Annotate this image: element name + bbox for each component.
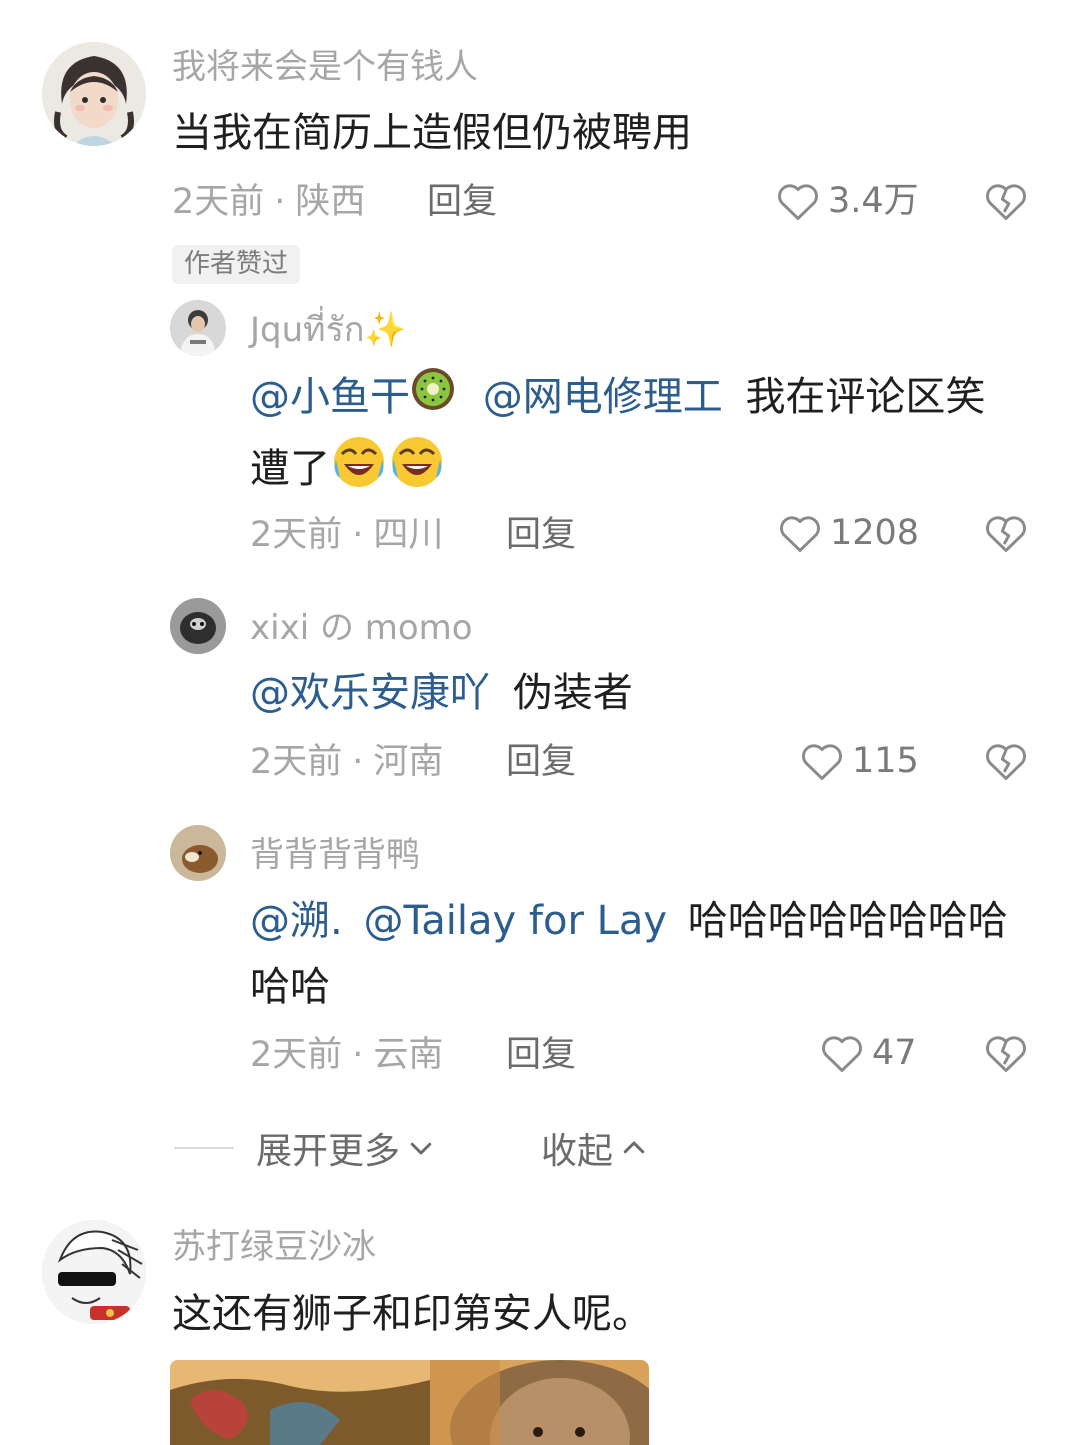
avatar[interactable] (170, 825, 226, 881)
like-count: 3.4万 (828, 180, 919, 221)
separator-dot: · (274, 182, 286, 222)
comment-location: 陕西 (295, 182, 366, 222)
reply-location: 四川 (373, 515, 444, 555)
reply-username[interactable]: xixi の momo (250, 611, 473, 645)
avatar[interactable] (170, 598, 226, 654)
heart-icon (780, 516, 820, 552)
reply-text: @小鱼干 @网电修理工 我在评论区笑 遭了 (250, 364, 1030, 510)
chevron-down-icon (410, 1142, 432, 1155)
dislike-button[interactable] (984, 180, 1028, 226)
laughing-crying-emoji-icon (330, 432, 388, 510)
like-button[interactable]: 3.4万 (776, 180, 919, 222)
like-count: 47 (872, 1032, 917, 1073)
dislike-button[interactable] (984, 512, 1028, 558)
avatar[interactable] (42, 1220, 146, 1324)
reply-time: 2天前 (250, 1035, 343, 1075)
expand-more-label: 展开更多 (256, 1131, 401, 1172)
like-button[interactable]: 1208 (778, 512, 919, 554)
comment-meta: 2天前 · 陕西 (172, 185, 365, 220)
reply-username[interactable]: 背背背背鸭 (250, 838, 420, 872)
dislike-button[interactable] (984, 1032, 1028, 1078)
laughing-crying-emoji-icon (388, 432, 446, 510)
chevron-up-icon (623, 1141, 645, 1154)
reply-time: 2天前 (250, 742, 343, 782)
reply-button[interactable]: 回复 (506, 518, 576, 553)
separator-dot: · (352, 1035, 364, 1075)
reply-body-text-line2: 遭了 (250, 446, 330, 492)
comment-username[interactable]: 我将来会是个有钱人 (172, 50, 478, 84)
reply-button[interactable]: 回复 (506, 1038, 576, 1073)
broken-heart-icon (986, 1036, 1026, 1072)
reply-button[interactable]: 回复 (427, 185, 497, 220)
reply-meta: 2天前 · 四川 (250, 518, 443, 553)
kiwi-emoji-icon (410, 366, 456, 432)
comment-image[interactable] (170, 1360, 649, 1445)
reply-body-text: 哈哈哈哈哈哈哈哈 (687, 898, 1008, 944)
mention-link[interactable]: @小鱼干 (250, 374, 410, 420)
comment-text: 这还有狮子和印第安人呢。 (172, 1291, 652, 1337)
mention-link[interactable]: @溯. (250, 898, 343, 944)
comment-username[interactable]: 苏打绿豆沙冰 (172, 1230, 376, 1264)
avatar[interactable] (42, 42, 146, 146)
divider-line (174, 1147, 234, 1149)
heart-icon (822, 1036, 862, 1072)
reply-location: 河南 (373, 742, 444, 782)
reply-time: 2天前 (250, 515, 343, 555)
broken-heart-icon (986, 516, 1026, 552)
broken-heart-icon (986, 744, 1026, 780)
like-count: 115 (852, 740, 919, 781)
reply-username-text: Jquที่รัก (250, 310, 365, 350)
like-count: 1208 (830, 512, 920, 553)
reply-text: @溯. @Tailay for Lay 哈哈哈哈哈哈哈哈 哈哈 (250, 888, 1030, 1020)
separator-dot: · (352, 515, 364, 555)
reply-location: 云南 (373, 1035, 444, 1075)
expand-more-button[interactable]: 展开更多 (256, 1122, 436, 1174)
reply-body-text: 伪装者 (512, 670, 633, 716)
reply-meta: 2天前 · 云南 (250, 1038, 443, 1073)
mention-link[interactable]: @网电修理工 (483, 374, 723, 420)
separator-dot: · (352, 742, 364, 782)
avatar[interactable] (170, 300, 226, 356)
heart-icon (778, 184, 818, 220)
like-button[interactable]: 47 (820, 1032, 917, 1074)
sparkles-icon: ✨ (364, 310, 407, 350)
collapse-label: 收起 (541, 1131, 614, 1172)
heart-icon (802, 744, 842, 780)
reply-text: @欢乐安康吖 伪装者 (250, 660, 1030, 726)
reply-meta: 2天前 · 河南 (250, 745, 443, 780)
dislike-button[interactable] (984, 740, 1028, 786)
reply-body-text: 我在评论区笑 (745, 374, 986, 420)
reply-body-text-line2: 哈哈 (250, 964, 330, 1010)
mention-link[interactable]: @Tailay for Lay (363, 898, 667, 944)
expand-row: 展开更多 (174, 1122, 436, 1174)
collapse-button[interactable]: 收起 (541, 1122, 649, 1174)
reply-username[interactable]: Jquที่รัก✨ (250, 313, 407, 347)
author-liked-badge: 作者赞过 (172, 245, 301, 285)
comment-time: 2天前 (172, 182, 265, 222)
like-button[interactable]: 115 (800, 740, 919, 782)
reply-button[interactable]: 回复 (506, 745, 576, 780)
broken-heart-icon (986, 184, 1026, 220)
comment-text: 当我在简历上造假但仍被聘用 (172, 110, 692, 156)
mention-link[interactable]: @欢乐安康吖 (250, 670, 490, 716)
